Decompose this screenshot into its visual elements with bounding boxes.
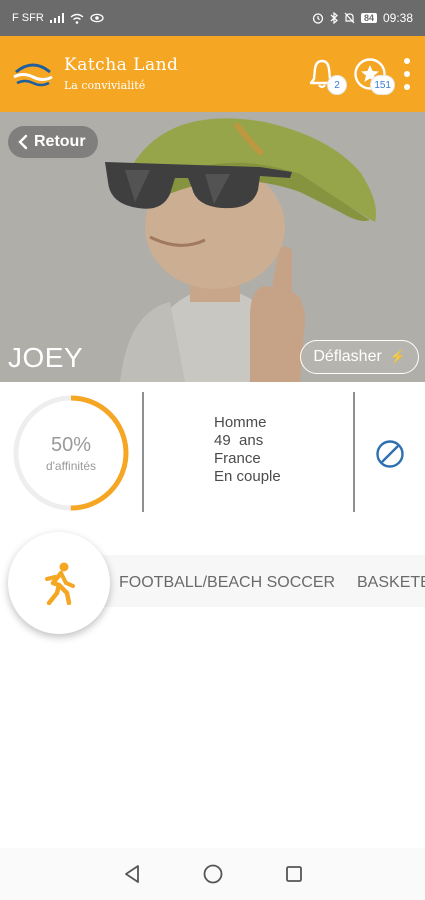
gender: Homme xyxy=(214,414,267,431)
wifi-icon xyxy=(70,13,84,24)
chevron-left-icon xyxy=(18,134,28,150)
running-person-icon xyxy=(45,562,75,605)
alarm-icon xyxy=(312,13,324,24)
profile-name: JOEY xyxy=(8,342,84,373)
affinity-percent: 50% xyxy=(50,433,92,456)
battery-level: 84 xyxy=(360,13,377,23)
system-nav-bar xyxy=(0,848,425,900)
eye-icon xyxy=(90,13,104,23)
lightning-icon: ⚡ xyxy=(389,349,406,364)
status-left: F SFR xyxy=(12,12,104,24)
profile-info: 50% d'affinités Homme 49 ans France En c… xyxy=(0,382,425,522)
favorites-button[interactable]: 151 xyxy=(353,57,395,95)
relationship-status: En couple xyxy=(214,468,281,485)
activity-item[interactable]: FOOTBALL/BEACH SOCCER xyxy=(119,574,335,592)
app-subtitle: La convivialité xyxy=(64,79,146,93)
deflash-button[interactable]: Déflasher ⚡ xyxy=(300,340,419,374)
deflash-label: Déflasher xyxy=(313,348,382,365)
activity-item[interactable]: BASKETE xyxy=(357,574,425,592)
status-bar: F SFR 84 09:38 xyxy=(0,0,425,36)
clock: 09:38 xyxy=(382,11,413,25)
signal-icon xyxy=(49,13,64,23)
app-header: Katcha Land La convivialité 2 151 xyxy=(0,36,425,112)
mute-icon xyxy=(344,12,355,24)
divider xyxy=(142,392,144,512)
country: France xyxy=(214,450,261,467)
bluetooth-icon xyxy=(330,12,338,24)
back-triangle-icon[interactable] xyxy=(123,864,141,884)
divider xyxy=(353,392,355,512)
back-label: Retour xyxy=(34,133,86,150)
brand[interactable]: Katcha Land La convivialité xyxy=(64,54,179,93)
logo-icon xyxy=(13,63,53,87)
notifications-badge: 2 xyxy=(327,75,347,95)
carrier-label: F SFR xyxy=(12,12,44,24)
activities-strip: FOOTBALL/BEACH SOCCER BASKETE xyxy=(0,528,425,638)
profile-details: Homme 49 ans France En couple xyxy=(214,414,281,486)
activity-category-button[interactable] xyxy=(8,532,110,634)
profile-screen: F SFR 84 09:38 Katcha Land La conviviali… xyxy=(0,0,425,900)
block-icon[interactable] xyxy=(375,439,405,469)
app-title: Katcha Land xyxy=(64,54,179,75)
notifications-button[interactable]: 2 xyxy=(305,57,347,95)
home-circle-icon[interactable] xyxy=(203,864,223,884)
header-actions: 2 151 xyxy=(305,54,413,95)
more-vertical-icon xyxy=(404,58,410,64)
back-button[interactable]: Retour xyxy=(8,126,98,158)
favorites-badge: 151 xyxy=(370,75,395,95)
affinity-label: d'affinités xyxy=(45,458,97,473)
profile-photo: Retour JOEY Déflasher ⚡ xyxy=(0,112,425,382)
age: 49 ans xyxy=(214,432,264,449)
more-menu-button[interactable] xyxy=(401,54,413,94)
status-right: 84 09:38 xyxy=(312,11,413,25)
recents-square-icon[interactable] xyxy=(285,865,303,883)
affinity-gauge: 50% d'affinités xyxy=(10,392,132,514)
